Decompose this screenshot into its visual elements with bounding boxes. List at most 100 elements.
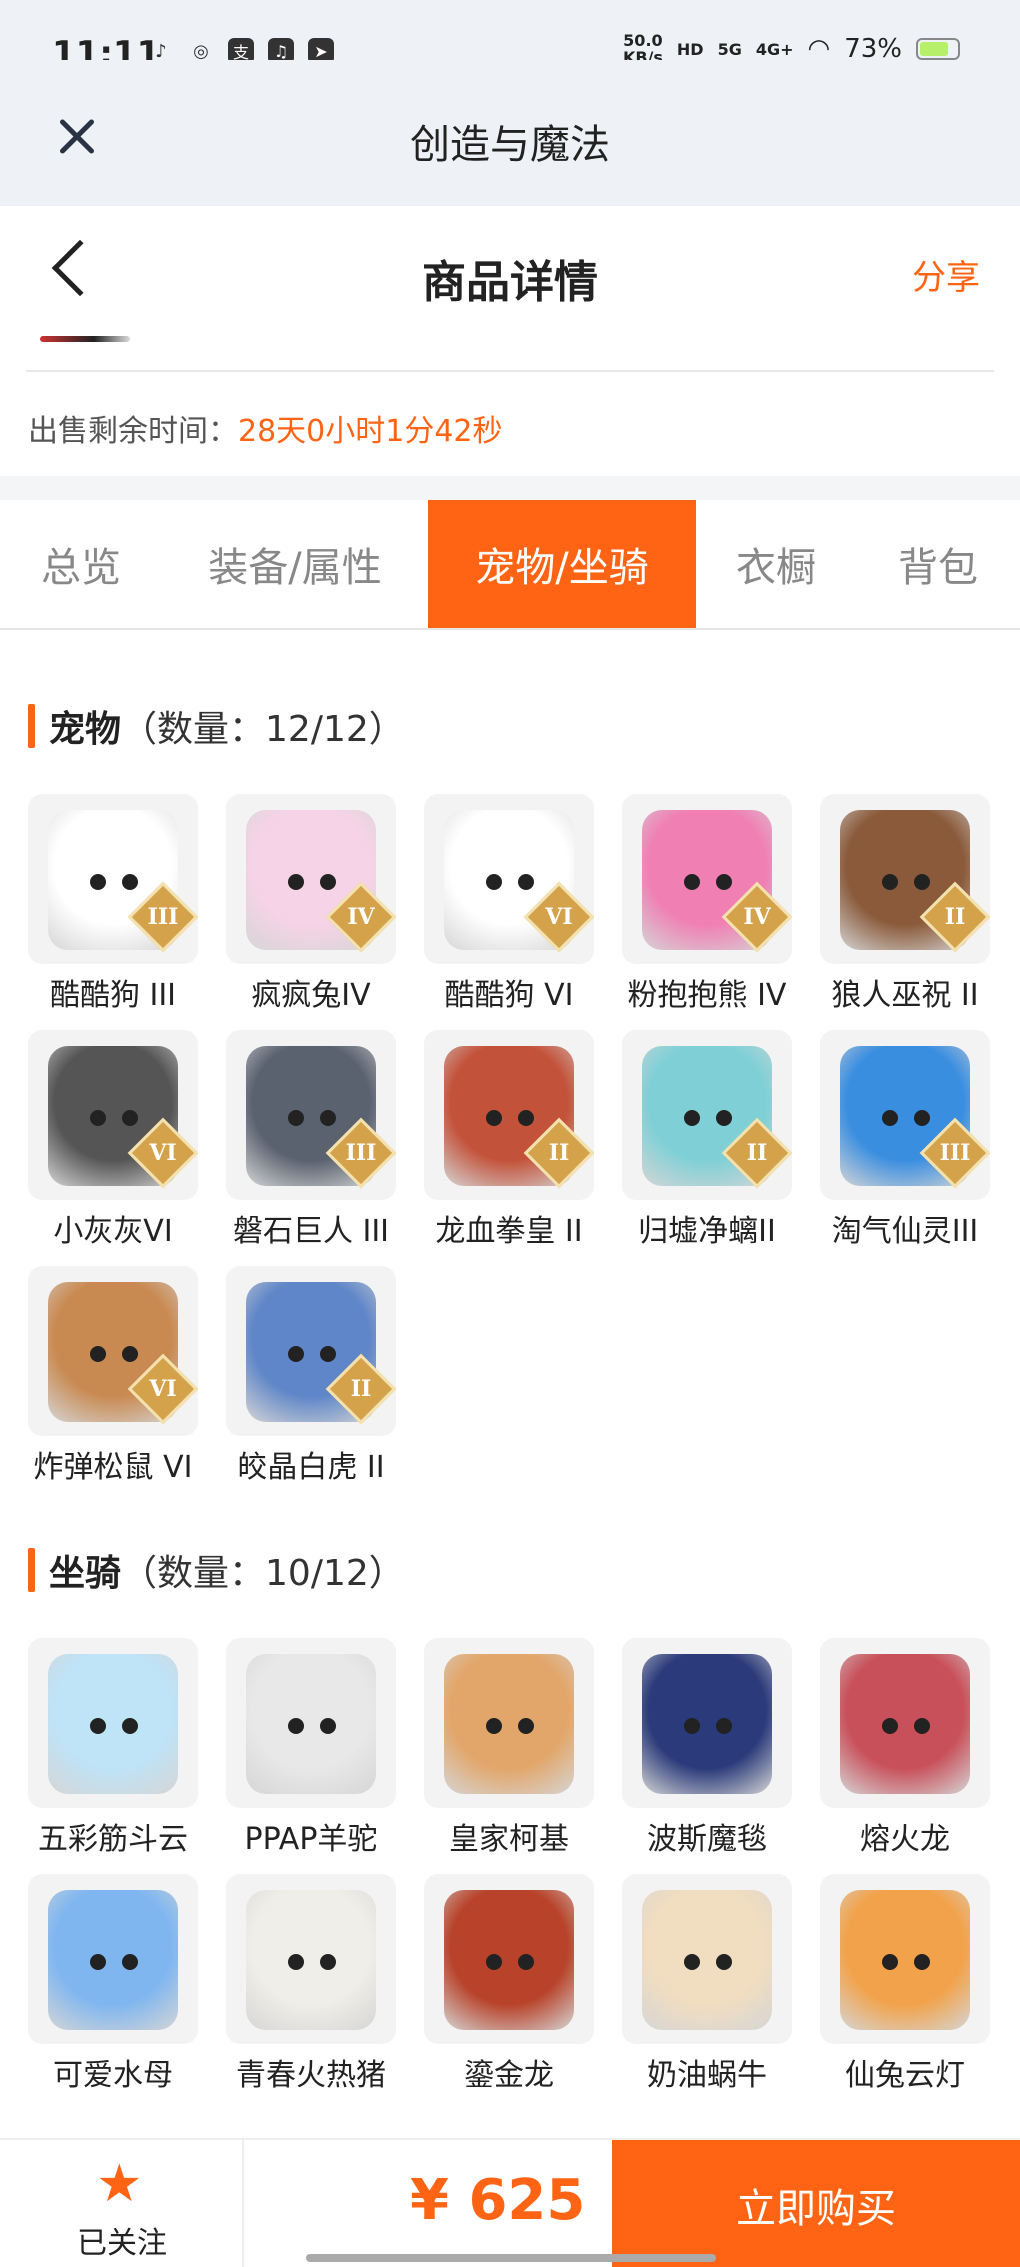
eye-mark <box>518 1954 534 1970</box>
character-art <box>840 1654 970 1794</box>
pet-item[interactable]: VI 小灰灰VI <box>28 1030 198 1250</box>
pet-thumbnail: VI <box>28 1266 198 1436</box>
mount-item[interactable]: 皇家柯基 <box>424 1638 594 1858</box>
pet-thumbnail: IV <box>622 794 792 964</box>
pet-item[interactable]: IV 粉抱抱熊 IV <box>622 794 792 1014</box>
eye-mark <box>320 1346 336 1362</box>
sale-value: 28天0小时1分42秒 <box>238 414 503 449</box>
eye-mark <box>914 1110 930 1126</box>
eye-mark <box>320 1718 336 1734</box>
battery-icon <box>916 38 960 60</box>
character-art <box>246 1890 376 2030</box>
eye-mark <box>914 1954 930 1970</box>
mount-name: 可爱水母 <box>53 2058 173 2093</box>
pet-item[interactable]: IV 疯疯兔IV <box>226 794 396 1014</box>
hd-icon: HD <box>676 39 704 59</box>
tab-overview[interactable]: 总览 <box>0 500 162 628</box>
pet-name: 炸弹松鼠 VI <box>33 1450 193 1485</box>
pet-item[interactable]: II 归墟净螭II <box>622 1030 792 1250</box>
speed-value: 50.0 <box>623 31 663 50</box>
star-icon: ★ <box>96 2154 143 2214</box>
mount-item[interactable]: 波斯魔毯 <box>622 1638 792 1858</box>
pet-name: 磐石巨人 III <box>232 1214 390 1249</box>
section-count: （数量：10/12） <box>121 1553 405 1594</box>
eye-mark <box>288 874 304 890</box>
character-art <box>642 1890 772 2030</box>
pet-item[interactable]: III 淘气仙灵III <box>820 1030 990 1250</box>
mount-item[interactable]: 鎏金龙 <box>424 1874 594 2094</box>
pet-name: 狼人巫祝 II <box>831 978 979 1013</box>
pets-section-title: 宠物 （数量：12/12） <box>28 700 405 752</box>
tab-bar: 总览 装备/属性 宠物/坐骑 衣橱 背包 <box>0 500 1020 630</box>
mount-thumbnail <box>226 1638 396 1808</box>
rank-badge-text: II <box>548 1140 570 1166</box>
mount-item[interactable]: 可爱水母 <box>28 1874 198 2094</box>
pet-item[interactable]: III 磐石巨人 III <box>226 1030 396 1250</box>
rank-badge-text: II <box>746 1140 768 1166</box>
signal-5g-icon: 5G <box>717 39 742 59</box>
eye-mark <box>684 1718 700 1734</box>
eye-mark <box>288 1718 304 1734</box>
pet-name: 归墟净螭II <box>638 1214 776 1249</box>
mount-item[interactable]: 青春火热猪 <box>226 1874 396 2094</box>
sale-remaining-time: 出售剩余时间：28天0小时1分42秒 <box>28 406 503 450</box>
section-accent-bar <box>28 1548 35 1592</box>
buy-now-button[interactable]: 立即购买 <box>612 2140 1020 2267</box>
tab-wardrobe[interactable]: 衣橱 <box>696 500 856 628</box>
pet-item[interactable]: III 酷酷狗 III <box>28 794 198 1014</box>
pet-thumbnail: III <box>226 1030 396 1200</box>
eye-mark <box>90 874 106 890</box>
pet-item[interactable]: II 龙血拳皇 II <box>424 1030 594 1250</box>
eye-mark <box>288 1954 304 1970</box>
mount-thumbnail <box>28 1874 198 2044</box>
pet-item[interactable]: II 狼人巫祝 II <box>820 794 990 1014</box>
pet-item[interactable]: VI 酷酷狗 VI <box>424 794 594 1014</box>
signal-4g-icon: 4G+ <box>755 39 794 59</box>
tab-backpack[interactable]: 背包 <box>856 500 1020 628</box>
mount-item[interactable]: 奶油蜗牛 <box>622 1874 792 2094</box>
pet-thumbnail: IV <box>226 794 396 964</box>
rank-badge-text: III <box>345 1140 377 1166</box>
eye-mark <box>518 1718 534 1734</box>
page-title: 商品详情 <box>422 257 598 308</box>
character-art <box>444 1890 574 2030</box>
rank-badge-text: IV <box>743 904 771 930</box>
share-button[interactable]: 分享 <box>912 250 980 299</box>
eye-mark <box>90 1718 106 1734</box>
eye-mark <box>882 1110 898 1126</box>
pet-item[interactable]: II 皎晶白虎 II <box>226 1266 396 1486</box>
page-header: 商品详情 分享 <box>0 206 1020 336</box>
character-art <box>48 1890 178 2030</box>
eye-mark <box>882 1718 898 1734</box>
mount-name: 青春火热猪 <box>236 2058 386 2093</box>
pet-thumbnail: VI <box>424 794 594 964</box>
rank-badge-text: II <box>350 1376 372 1402</box>
mount-thumbnail <box>622 1874 792 2044</box>
eye-mark <box>90 1110 106 1126</box>
mount-name: 仙兔云灯 <box>845 2058 965 2093</box>
eye-mark <box>486 1718 502 1734</box>
rank-badge-text: II <box>944 904 966 930</box>
mount-item[interactable]: PPAP羊驼 <box>226 1638 396 1858</box>
eye-mark <box>90 1346 106 1362</box>
eye-mark <box>486 1110 502 1126</box>
eye-mark <box>882 1954 898 1970</box>
mount-name: 奶油蜗牛 <box>647 2058 767 2093</box>
tab-equipment[interactable]: 装备/属性 <box>162 500 428 628</box>
scrolled-content-edge <box>40 336 130 342</box>
tab-pets-mounts[interactable]: 宠物/坐骑 <box>428 500 696 628</box>
pet-thumbnail: III <box>820 1030 990 1200</box>
eye-mark <box>684 874 700 890</box>
eye-mark <box>122 1954 138 1970</box>
character-art <box>246 1654 376 1794</box>
mount-thumbnail <box>424 1874 594 2044</box>
eye-mark <box>716 1718 732 1734</box>
mount-thumbnail <box>820 1638 990 1808</box>
follow-button[interactable]: ★ 已关注 <box>0 2140 244 2267</box>
mount-item[interactable]: 五彩筋斗云 <box>28 1638 198 1858</box>
mount-item[interactable]: 熔火龙 <box>820 1638 990 1858</box>
mount-item[interactable]: 仙兔云灯 <box>820 1874 990 2094</box>
eye-mark <box>122 1110 138 1126</box>
pet-item[interactable]: VI 炸弹松鼠 VI <box>28 1266 198 1486</box>
home-indicator[interactable] <box>306 2254 716 2262</box>
